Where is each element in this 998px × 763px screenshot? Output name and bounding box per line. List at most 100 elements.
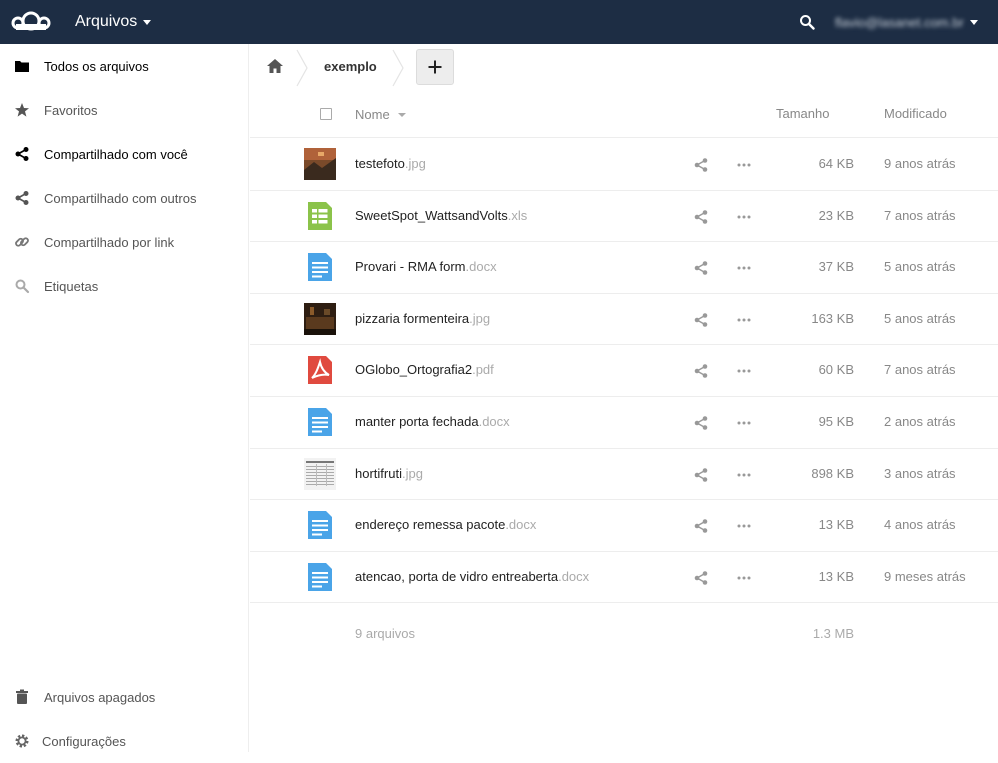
file-modified: 5 anos atrás — [884, 259, 956, 275]
image-thumbnail — [304, 457, 336, 490]
share-icon — [15, 191, 29, 205]
user-menu[interactable]: flavio@lasanet.com.br — [835, 0, 978, 44]
share-icon[interactable] — [693, 415, 709, 431]
file-size: 898 KB — [811, 465, 854, 481]
chevron-down-icon — [143, 19, 152, 25]
more-options-icon[interactable] — [736, 157, 752, 173]
file-row[interactable]: OGlobo_Ortografia2.pdf 60 KB 7 anos atrá… — [250, 345, 998, 397]
share-icon[interactable] — [693, 467, 709, 483]
more-options-icon[interactable] — [736, 570, 752, 586]
file-row[interactable]: manter porta fechada.docx 95 KB 2 anos a… — [250, 397, 998, 449]
file-base-name: SweetSpot_WattsandVolts — [355, 207, 508, 223]
file-modified: 4 anos atrás — [884, 517, 956, 533]
nextcloud-logo-icon[interactable] — [11, 7, 51, 35]
file-name[interactable]: testefoto.jpg — [355, 139, 426, 189]
more-options-icon[interactable] — [736, 518, 752, 534]
file-name[interactable]: manter porta fechada.docx — [355, 397, 510, 447]
file-name[interactable]: pizzaria formenteira.jpg — [355, 294, 490, 344]
file-base-name: endereço remessa pacote — [355, 517, 506, 533]
breadcrumb-separator-icon — [296, 49, 308, 87]
file-name[interactable]: OGlobo_Ortografia2.pdf — [355, 345, 494, 395]
column-size-header[interactable]: Tamanho — [776, 92, 829, 138]
file-modified: 5 anos atrás — [884, 310, 956, 326]
share-icon[interactable] — [693, 157, 709, 173]
file-rows: testefoto.jpg 64 KB 9 anos atrás SweetSp… — [250, 139, 998, 604]
file-modified: 7 anos atrás — [884, 207, 956, 223]
sidebar: Todos os arquivos Favoritos Compartilhad… — [0, 44, 249, 752]
sidebar-item-settings[interactable]: Configurações — [0, 719, 249, 763]
file-row[interactable]: hortifruti.jpg 898 KB 3 anos atrás — [250, 449, 998, 501]
file-name[interactable]: SweetSpot_WattsandVolts.xls — [355, 191, 527, 241]
file-extension: .xls — [507, 207, 528, 223]
total-size: 1.3 MB — [812, 626, 854, 641]
sidebar-item-label: Configurações — [42, 733, 126, 749]
file-name[interactable]: endereço remessa pacote.docx — [355, 500, 536, 550]
file-base-name: manter porta fechada — [355, 413, 479, 429]
file-table-header: Nome Tamanho Modificado — [250, 92, 998, 138]
column-name-header[interactable]: Nome — [355, 92, 406, 138]
pdf-icon — [308, 356, 332, 385]
document-icon — [308, 407, 332, 436]
file-row[interactable]: testefoto.jpg 64 KB 9 anos atrás — [250, 139, 998, 191]
file-extension: .jpg — [401, 465, 423, 481]
more-options-icon[interactable] — [736, 467, 752, 483]
file-row[interactable]: endereço remessa pacote.docx 13 KB 4 ano… — [250, 500, 998, 552]
file-extension: .jpg — [404, 156, 426, 171]
sidebar-item-shared-by-link[interactable]: Compartilhado por link — [0, 220, 249, 264]
sidebar-item-shared-with-others[interactable]: Compartilhado com outros — [0, 176, 249, 220]
sidebar-item-label: Arquivos apagados — [44, 689, 156, 705]
file-name[interactable]: hortifruti.jpg — [355, 449, 423, 499]
more-options-icon[interactable] — [736, 415, 752, 431]
file-row[interactable]: Provari - RMA form.docx 37 KB 5 anos atr… — [250, 242, 998, 294]
sidebar-item-tags[interactable]: Etiquetas — [0, 264, 249, 308]
share-icon[interactable] — [693, 209, 709, 225]
file-size: 60 KB — [818, 362, 854, 378]
file-size: 37 KB — [818, 259, 854, 275]
share-icon[interactable] — [693, 312, 709, 328]
file-size: 95 KB — [818, 413, 854, 429]
file-summary: 9 arquivos 1.3 MB — [250, 609, 998, 659]
trash-icon — [16, 689, 28, 704]
more-options-icon[interactable] — [736, 363, 752, 379]
file-name[interactable]: Provari - RMA form.docx — [355, 242, 497, 292]
breadcrumb-separator-icon — [392, 49, 404, 87]
share-icon[interactable] — [693, 260, 709, 276]
plus-icon — [428, 60, 442, 74]
star-icon — [15, 103, 29, 117]
share-icon[interactable] — [693, 518, 709, 534]
share-icon[interactable] — [693, 570, 709, 586]
more-options-icon[interactable] — [736, 312, 752, 328]
sidebar-item-all-files[interactable]: Todos os arquivos — [0, 44, 249, 88]
new-file-button[interactable] — [416, 49, 454, 85]
app-menu[interactable]: Arquivos — [75, 0, 152, 44]
image-thumbnail — [304, 148, 336, 180]
file-base-name: pizzaria formenteira — [355, 310, 470, 326]
file-modified: 3 anos atrás — [884, 465, 956, 481]
more-options-icon[interactable] — [736, 260, 752, 276]
home-icon[interactable] — [266, 57, 284, 75]
file-extension: .docx — [558, 568, 590, 584]
sidebar-item-shared-with-you[interactable]: Compartilhado com você — [0, 132, 249, 176]
file-name[interactable]: atencao, porta de vidro entreaberta.docx — [355, 552, 589, 602]
document-icon — [308, 562, 332, 591]
more-options-icon[interactable] — [736, 209, 752, 225]
file-size: 163 KB — [811, 310, 854, 326]
file-extension: .docx — [465, 259, 497, 275]
sidebar-item-label: Compartilhado com outros — [44, 190, 197, 206]
file-row[interactable]: pizzaria formenteira.jpg 163 KB 5 anos a… — [250, 294, 998, 346]
file-size: 13 KB — [818, 568, 854, 584]
column-modified-header[interactable]: Modificado — [884, 92, 947, 138]
breadcrumb-current-folder[interactable]: exemplo — [324, 44, 377, 90]
file-row[interactable]: atencao, porta de vidro entreaberta.docx… — [250, 552, 998, 604]
file-modified: 7 anos atrás — [884, 362, 956, 378]
search-icon[interactable] — [799, 14, 815, 30]
sidebar-item-label: Etiquetas — [44, 278, 99, 294]
file-modified: 2 anos atrás — [884, 413, 956, 429]
link-icon — [15, 237, 29, 247]
sidebar-item-trash[interactable]: Arquivos apagados — [0, 675, 249, 719]
select-all-checkbox[interactable] — [320, 108, 332, 120]
share-icon[interactable] — [693, 363, 709, 379]
share-icon — [15, 147, 29, 161]
file-row[interactable]: SweetSpot_WattsandVolts.xls 23 KB 7 anos… — [250, 191, 998, 243]
sidebar-item-favorites[interactable]: Favoritos — [0, 88, 249, 132]
